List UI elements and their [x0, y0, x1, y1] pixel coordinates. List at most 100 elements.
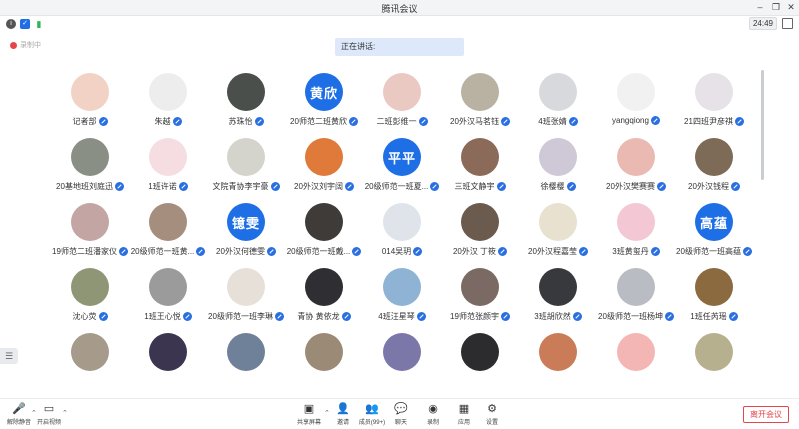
participant-name: 20级师范一班黄...	[130, 247, 195, 256]
participant-tile[interactable]: 青协 黄依龙	[279, 268, 369, 332]
participant-avatar	[383, 73, 421, 111]
participant-tile[interactable]: 20级师范一班黄...	[123, 203, 213, 267]
participant-name: 朱越	[154, 117, 171, 126]
participant-tile[interactable]	[513, 333, 603, 397]
participant-tile[interactable]: 20外汉刘宇阔	[279, 138, 369, 202]
participant-avatar	[227, 73, 265, 111]
side-panel-handle[interactable]: ☰	[0, 348, 18, 364]
mic-muted-icon	[98, 117, 108, 127]
participant-name: 三班文静宇	[454, 182, 495, 191]
participant-tile[interactable]: 二班彭维一	[357, 73, 447, 137]
participant-tile[interactable]: 20外汉钱程	[669, 138, 759, 202]
participant-tile[interactable]: 镱雯 20外汉何德雯	[201, 203, 291, 267]
participant-tile[interactable]: 3班黄玺丹	[591, 203, 681, 267]
participant-avatar	[695, 333, 733, 371]
participant-tile[interactable]	[201, 333, 291, 397]
participant-tile[interactable]: 20级师范一班杨坤	[591, 268, 681, 332]
participant-tile[interactable]: 1班王心悦	[123, 268, 213, 332]
participant-avatar	[461, 138, 499, 176]
minimize-icon[interactable]: –	[753, 1, 767, 14]
participant-tile[interactable]: 沈心荧	[45, 268, 135, 332]
participant-name-row: 20外汉 丁筱	[435, 246, 525, 257]
participant-tile[interactable]: 三班文静宇	[435, 138, 525, 202]
participant-tile[interactable]: 19师范张颜宇	[435, 268, 525, 332]
participant-avatar	[461, 333, 499, 371]
participant-name: 4班汪星琴	[378, 312, 415, 321]
participant-tile[interactable]: 记者部	[45, 73, 135, 137]
mic-muted-icon	[578, 247, 588, 257]
video-options-chevron-icon[interactable]: ⌃	[62, 409, 68, 417]
participant-avatar	[695, 268, 733, 306]
participant-tile[interactable]: 平平 20级师范一班夏...	[357, 138, 447, 202]
participant-tile[interactable]: 014吴玥	[357, 203, 447, 267]
gear-icon: ⚙	[487, 403, 497, 415]
participant-name-row: 沈心荧	[45, 311, 135, 322]
mic-muted-icon	[734, 117, 744, 127]
participant-tile[interactable]: 20外汉樊赛赛	[591, 138, 681, 202]
participant-name: 20外汉马茗钰	[450, 117, 499, 126]
participant-name: 19师范二班潘家仪	[52, 247, 117, 256]
participant-tile[interactable]: 20外汉马茗钰	[435, 73, 525, 137]
info-icon[interactable]: i	[6, 19, 16, 29]
participant-tile[interactable]: 20级师范一班李琳	[201, 268, 291, 332]
start-video-button[interactable]: ▭ 开启视频	[32, 403, 66, 429]
participant-name: 20师范二班黄欣	[290, 117, 347, 126]
participant-tile[interactable]: 徐樱樱	[513, 138, 603, 202]
participant-tile[interactable]: 4班张婧	[513, 73, 603, 137]
settings-button[interactable]: ⚙ 设置	[475, 403, 509, 429]
participant-tile[interactable]: 文院青协李宇豪	[201, 138, 291, 202]
mic-muted-icon	[572, 312, 582, 322]
participant-avatar	[71, 333, 109, 371]
participant-tile[interactable]: 3班胡欣然	[513, 268, 603, 332]
participant-name-row: 三班文静宇	[435, 181, 525, 192]
add-user-icon: 👤	[336, 403, 350, 415]
participant-tile[interactable]: 20外汉程嘉莹	[513, 203, 603, 267]
close-icon[interactable]: ✕	[784, 1, 798, 14]
participant-tile[interactable]: yangqiong	[591, 73, 681, 137]
participant-tile[interactable]: 黄欣 20师范二班黄欣	[279, 73, 369, 137]
participant-tile[interactable]: 20外汉 丁筱	[435, 203, 525, 267]
participant-tile[interactable]: 1班许诺	[123, 138, 213, 202]
share-screen-button[interactable]: ▣ 共享屏幕	[292, 403, 326, 429]
participant-tile[interactable]: 20基地班刘庭迅	[45, 138, 135, 202]
participant-name: 20外汉刘宇阔	[294, 182, 343, 191]
participant-name-row: 1班许诺	[123, 181, 213, 192]
record-button[interactable]: ◉ 录制	[416, 403, 450, 429]
mic-muted-icon	[568, 117, 578, 127]
mic-muted-icon	[98, 312, 108, 322]
participant-tile[interactable]: 苏珠怡	[201, 73, 291, 137]
leave-meeting-button[interactable]: 离开会议	[743, 406, 789, 423]
chat-button[interactable]: 💬 聊天	[384, 403, 418, 429]
participant-name: 19师范张颜宇	[450, 312, 499, 321]
participant-tile[interactable]: 高蕴 20级师范一班高蕴	[669, 203, 759, 267]
participant-tile[interactable]	[591, 333, 681, 397]
scrollbar[interactable]	[761, 70, 764, 180]
participant-name: yangqiong	[612, 116, 649, 125]
participant-tile[interactable]	[669, 333, 759, 397]
participant-tile[interactable]	[357, 333, 447, 397]
participant-tile[interactable]	[279, 333, 369, 397]
participant-name: 1班许诺	[148, 182, 177, 191]
participant-tile[interactable]: 4班汪星琴	[357, 268, 447, 332]
fullscreen-icon[interactable]	[782, 18, 793, 29]
participant-tile[interactable]: 21四班尹彦祺	[669, 73, 759, 137]
mic-muted-icon	[498, 247, 508, 257]
info-bar: i ✓ ▮ 24:49	[0, 16, 799, 32]
participant-tile[interactable]: 19师范二班潘家仪	[45, 203, 135, 267]
participant-name-row: 3班黄玺丹	[591, 246, 681, 257]
restore-icon[interactable]: ❐	[769, 1, 783, 14]
recording-indicator: 录制中	[10, 40, 41, 50]
participant-tile[interactable]: 20级师范一班戴...	[279, 203, 369, 267]
participant-tile[interactable]	[45, 333, 135, 397]
participant-tile[interactable]: 朱越	[123, 73, 213, 137]
participant-tile[interactable]: 1班任芮瑶	[669, 268, 759, 332]
participant-name: 文院青协李宇豪	[212, 182, 269, 191]
mic-muted-icon	[650, 116, 660, 126]
avatar-initials: 平平	[387, 150, 416, 166]
signal-icon[interactable]: ▮	[34, 19, 44, 29]
participant-tile[interactable]	[435, 333, 525, 397]
share-screen-icon: ▣	[303, 403, 315, 415]
participant-tile[interactable]	[123, 333, 213, 397]
participant-name-row: 4班汪星琴	[357, 311, 447, 322]
shield-icon[interactable]: ✓	[20, 19, 30, 29]
